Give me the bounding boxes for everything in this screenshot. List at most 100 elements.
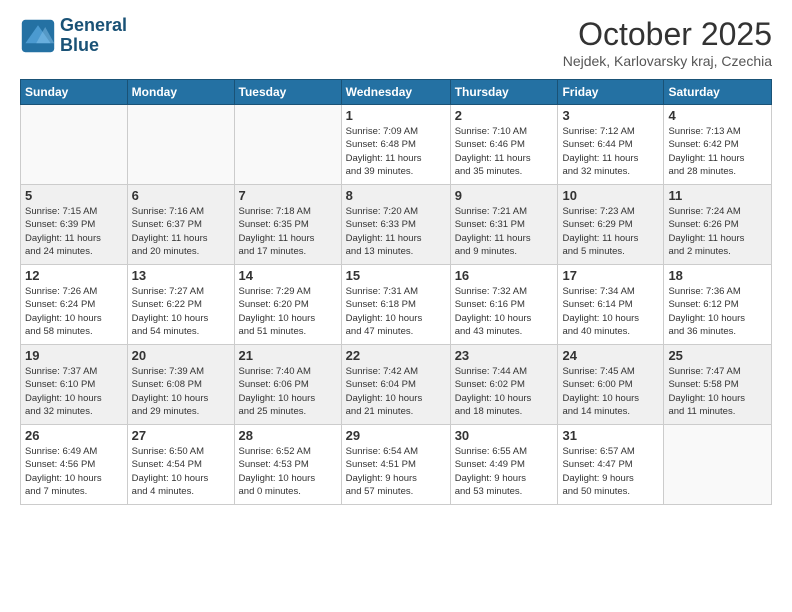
day-number: 15: [346, 268, 446, 283]
week-row-3: 19 Sunrise: 7:37 AM Sunset: 6:10 PM Dayli…: [21, 345, 772, 425]
day-cell: 29 Sunrise: 6:54 AM Sunset: 4:51 PM Dayli…: [341, 425, 450, 505]
day-info: Sunrise: 7:34 AM Sunset: 6:14 PM Dayligh…: [562, 285, 659, 338]
day-info: Sunrise: 7:45 AM Sunset: 6:00 PM Dayligh…: [562, 365, 659, 418]
day-info: Sunrise: 7:13 AM Sunset: 6:42 PM Dayligh…: [668, 125, 767, 178]
day-info: Sunrise: 7:20 AM Sunset: 6:33 PM Dayligh…: [346, 205, 446, 258]
day-number: 21: [239, 348, 337, 363]
day-info: Sunrise: 7:32 AM Sunset: 6:16 PM Dayligh…: [455, 285, 554, 338]
day-info: Sunrise: 7:12 AM Sunset: 6:44 PM Dayligh…: [562, 125, 659, 178]
day-cell: 9Sunrise: 7:21 AM Sunset: 6:31 PM Daylig…: [450, 185, 558, 265]
day-cell: 3 Sunrise: 7:12 AM Sunset: 6:44 PM Daylig…: [558, 105, 664, 185]
day-cell: 18 Sunrise: 7:36 AM Sunset: 6:12 PM Dayli…: [664, 265, 772, 345]
day-info: Sunrise: 6:55 AM Sunset: 4:49 PM Dayligh…: [455, 445, 554, 498]
day-cell: 30 Sunrise: 6:55 AM Sunset: 4:49 PM Dayli…: [450, 425, 558, 505]
day-cell: 24 Sunrise: 7:45 AM Sunset: 6:00 PM Dayli…: [558, 345, 664, 425]
day-number: 17: [562, 268, 659, 283]
day-cell: 16 Sunrise: 7:32 AM Sunset: 6:16 PM Dayli…: [450, 265, 558, 345]
day-number: 8: [346, 188, 446, 203]
day-number: 28: [239, 428, 337, 443]
day-number: 19: [25, 348, 123, 363]
day-info: Sunrise: 7:36 AM Sunset: 6:12 PM Dayligh…: [668, 285, 767, 338]
week-row-2: 12 Sunrise: 7:26 AM Sunset: 6:24 PM Dayli…: [21, 265, 772, 345]
col-monday: Monday: [127, 80, 234, 105]
day-info: Sunrise: 7:42 AM Sunset: 6:04 PM Dayligh…: [346, 365, 446, 418]
day-info: Sunrise: 7:37 AM Sunset: 6:10 PM Dayligh…: [25, 365, 123, 418]
title-block: October 2025 Nejdek, Karlovarsky kraj, C…: [563, 16, 772, 69]
day-info: Sunrise: 7:18 AM Sunset: 6:35 PM Dayligh…: [239, 205, 337, 258]
day-cell: 25Sunrise: 7:47 AM Sunset: 5:58 PM Dayli…: [664, 345, 772, 425]
day-number: 3: [562, 108, 659, 123]
day-info: Sunrise: 7:29 AM Sunset: 6:20 PM Dayligh…: [239, 285, 337, 338]
day-cell: 1 Sunrise: 7:09 AM Sunset: 6:48 PM Daylig…: [341, 105, 450, 185]
day-number: 5: [25, 188, 123, 203]
day-number: 4: [668, 108, 767, 123]
day-cell: 31 Sunrise: 6:57 AM Sunset: 4:47 PM Dayli…: [558, 425, 664, 505]
day-info: Sunrise: 7:47 AM Sunset: 5:58 PM Dayligh…: [668, 365, 767, 418]
day-info: Sunrise: 7:10 AM Sunset: 6:46 PM Dayligh…: [455, 125, 554, 178]
day-cell: 4 Sunrise: 7:13 AM Sunset: 6:42 PM Daylig…: [664, 105, 772, 185]
day-info: Sunrise: 7:24 AM Sunset: 6:26 PM Dayligh…: [668, 205, 767, 258]
day-number: 22: [346, 348, 446, 363]
day-number: 18: [668, 268, 767, 283]
logo-icon: [20, 18, 56, 54]
day-cell: 21 Sunrise: 7:40 AM Sunset: 6:06 PM Dayli…: [234, 345, 341, 425]
day-cell: 23 Sunrise: 7:44 AM Sunset: 6:02 PM Dayli…: [450, 345, 558, 425]
day-number: 13: [132, 268, 230, 283]
day-info: Sunrise: 6:52 AM Sunset: 4:53 PM Dayligh…: [239, 445, 337, 498]
day-info: Sunrise: 7:09 AM Sunset: 6:48 PM Dayligh…: [346, 125, 446, 178]
day-info: Sunrise: 7:26 AM Sunset: 6:24 PM Dayligh…: [25, 285, 123, 338]
day-number: 29: [346, 428, 446, 443]
day-number: 2: [455, 108, 554, 123]
day-cell: 14 Sunrise: 7:29 AM Sunset: 6:20 PM Dayli…: [234, 265, 341, 345]
day-number: 14: [239, 268, 337, 283]
day-number: 24: [562, 348, 659, 363]
col-tuesday: Tuesday: [234, 80, 341, 105]
day-number: 27: [132, 428, 230, 443]
day-cell: 5 Sunrise: 7:15 AM Sunset: 6:39 PM Daylig…: [21, 185, 128, 265]
day-number: 23: [455, 348, 554, 363]
day-cell: 10 Sunrise: 7:23 AM Sunset: 6:29 PM Dayli…: [558, 185, 664, 265]
day-cell: 20 Sunrise: 7:39 AM Sunset: 6:08 PM Dayli…: [127, 345, 234, 425]
day-number: 7: [239, 188, 337, 203]
day-info: Sunrise: 7:15 AM Sunset: 6:39 PM Dayligh…: [25, 205, 123, 258]
logo-line1: General: [60, 16, 127, 36]
day-number: 31: [562, 428, 659, 443]
day-info: Sunrise: 6:57 AM Sunset: 4:47 PM Dayligh…: [562, 445, 659, 498]
day-number: 16: [455, 268, 554, 283]
day-number: 10: [562, 188, 659, 203]
day-info: Sunrise: 6:50 AM Sunset: 4:54 PM Dayligh…: [132, 445, 230, 498]
week-row-4: 26Sunrise: 6:49 AM Sunset: 4:56 PM Dayli…: [21, 425, 772, 505]
logo-text: General Blue: [60, 16, 127, 56]
day-info: Sunrise: 7:44 AM Sunset: 6:02 PM Dayligh…: [455, 365, 554, 418]
day-cell: 11 Sunrise: 7:24 AM Sunset: 6:26 PM Dayli…: [664, 185, 772, 265]
day-number: 20: [132, 348, 230, 363]
day-info: Sunrise: 7:40 AM Sunset: 6:06 PM Dayligh…: [239, 365, 337, 418]
day-cell: 15 Sunrise: 7:31 AM Sunset: 6:18 PM Dayli…: [341, 265, 450, 345]
month-title: October 2025: [563, 16, 772, 53]
col-wednesday: Wednesday: [341, 80, 450, 105]
day-info: Sunrise: 7:16 AM Sunset: 6:37 PM Dayligh…: [132, 205, 230, 258]
logo: General Blue: [20, 16, 127, 56]
day-number: 6: [132, 188, 230, 203]
day-info: Sunrise: 7:23 AM Sunset: 6:29 PM Dayligh…: [562, 205, 659, 258]
day-cell: 17 Sunrise: 7:34 AM Sunset: 6:14 PM Dayli…: [558, 265, 664, 345]
day-number: 11: [668, 188, 767, 203]
col-friday: Friday: [558, 80, 664, 105]
day-number: 26: [25, 428, 123, 443]
day-cell: [127, 105, 234, 185]
day-info: Sunrise: 6:54 AM Sunset: 4:51 PM Dayligh…: [346, 445, 446, 498]
day-cell: 2 Sunrise: 7:10 AM Sunset: 6:46 PM Daylig…: [450, 105, 558, 185]
day-number: 12: [25, 268, 123, 283]
day-number: 1: [346, 108, 446, 123]
day-info: Sunrise: 7:39 AM Sunset: 6:08 PM Dayligh…: [132, 365, 230, 418]
week-row-1: 5 Sunrise: 7:15 AM Sunset: 6:39 PM Daylig…: [21, 185, 772, 265]
day-cell: 12 Sunrise: 7:26 AM Sunset: 6:24 PM Dayli…: [21, 265, 128, 345]
day-cell: 13Sunrise: 7:27 AM Sunset: 6:22 PM Dayli…: [127, 265, 234, 345]
day-info: Sunrise: 7:31 AM Sunset: 6:18 PM Dayligh…: [346, 285, 446, 338]
logo-line2: Blue: [60, 36, 127, 56]
day-cell: [664, 425, 772, 505]
day-number: 9: [455, 188, 554, 203]
calendar: Sunday Monday Tuesday Wednesday Thursday…: [20, 79, 772, 505]
day-number: 30: [455, 428, 554, 443]
day-cell: [234, 105, 341, 185]
